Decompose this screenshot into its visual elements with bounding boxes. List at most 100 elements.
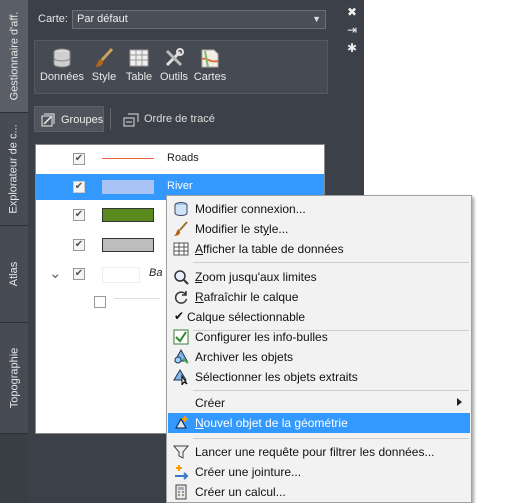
group-swatch	[102, 267, 140, 283]
menu-item-zoom-limites[interactable]: Zoom jusqu'aux limites	[168, 267, 470, 287]
select-objects-icon	[173, 369, 188, 385]
menu-item-archiver-objets[interactable]: Archiver les objets	[168, 347, 470, 367]
green-swatch	[102, 208, 154, 222]
groupes-button[interactable]: Groupes	[34, 106, 104, 132]
menu-item-lancer-requete[interactable]: Lancer une requête pour filtrer les donn…	[168, 442, 470, 462]
database-icon	[174, 202, 188, 217]
draw-order-icon	[123, 113, 139, 127]
menu-item-label: Créer	[195, 396, 226, 410]
menu-item-modifier-connexion[interactable]: Modifier connexion...	[168, 199, 470, 219]
tab-atlas[interactable]: Atlas	[0, 226, 28, 323]
table-button[interactable]: Table	[123, 47, 155, 83]
menu-item-label: Rafraîchir le calque	[195, 290, 299, 304]
menu-item-creer-calcul[interactable]: Créer un calcul...	[168, 482, 470, 502]
menu-item-label: Modifier connexion...	[195, 202, 306, 216]
menu-item-selectionner-extraits[interactable]: Sélectionner les objets extraits	[168, 367, 470, 387]
new-feature-icon	[175, 416, 188, 429]
menu-item-label: Créer une jointure...	[195, 465, 302, 479]
dock-icon[interactable]: ⇥	[344, 22, 360, 38]
menu-separator	[193, 262, 469, 263]
menu-item-creer[interactable]: Créer	[168, 393, 470, 413]
groups-icon	[41, 113, 55, 127]
road-line-symbol	[102, 158, 154, 159]
tab-gestionnaire-affichage[interactable]: Gestionnaire d'aff.	[0, 0, 28, 113]
map-select-value: Par défaut	[77, 13, 128, 25]
menu-item-label: Nouvel objet de la géométrie	[195, 416, 348, 430]
menu-item-creer-jointure[interactable]: Créer une jointure...	[168, 462, 470, 482]
outils-button[interactable]: Outils	[157, 47, 191, 83]
river-swatch	[102, 180, 154, 194]
menu-item-modifier-style[interactable]: Modifier le style...	[168, 219, 470, 239]
menu-item-label: Zoom jusqu'aux limites	[195, 270, 317, 284]
menu-item-nouvel-objet[interactable]: Nouvel objet de la géométrie	[168, 413, 470, 433]
map-label: Carte:	[38, 13, 68, 25]
chevron-down-icon[interactable]: ⌄	[49, 264, 62, 282]
tab-label: Gestionnaire d'aff.	[8, 11, 21, 101]
tab-label: Explorateur de c...	[8, 124, 20, 214]
filter-icon	[173, 445, 189, 459]
join-icon	[175, 465, 189, 480]
cartes-button[interactable]: Cartes	[193, 47, 227, 83]
database-icon	[53, 48, 71, 68]
style-label: Style	[91, 71, 117, 83]
table-label: Table	[125, 71, 153, 83]
chevron-down-icon: ▼	[312, 14, 321, 24]
maps-icon	[201, 49, 219, 68]
refresh-icon	[174, 291, 188, 304]
gray-swatch	[102, 238, 154, 252]
menu-item-label: Calque sélectionnable	[187, 310, 306, 324]
menu-item-label: Modifier le style...	[195, 222, 289, 236]
calculator-icon	[175, 484, 187, 500]
tab-topographie[interactable]: Topographie	[0, 323, 28, 434]
menu-separator	[193, 438, 469, 439]
groupes-label: Groupes	[61, 114, 104, 126]
panel-controls: ✖ ⇥ ✱	[344, 4, 362, 58]
divider	[110, 108, 111, 130]
group-order-bar: Groupes Ordre de tracé	[34, 106, 328, 132]
menu-item-label: Afficher la table de données	[195, 242, 344, 256]
menu-item-calque-selectionnable[interactable]: ✔ Calque sélectionnable	[168, 307, 470, 327]
layer-context-menu: Modifier connexion... Modifier le style.…	[166, 195, 472, 503]
tab-label: Atlas	[8, 261, 20, 287]
checkmark-icon: ✔	[174, 309, 185, 323]
layer-visibility-checkbox[interactable]: ✔	[73, 239, 85, 251]
outils-label: Outils	[159, 71, 189, 83]
archive-shapes-icon	[174, 349, 189, 364]
vertical-tab-strip: Gestionnaire d'aff. Explorateur de c... …	[0, 0, 30, 503]
layer-row-roads[interactable]: ✔ Roads	[36, 146, 324, 172]
menu-item-label: Archiver les objets	[195, 350, 294, 364]
layer-visibility-checkbox[interactable]	[94, 296, 106, 308]
menu-separator	[193, 390, 469, 391]
tab-label: Topographie	[8, 347, 20, 409]
gear-icon[interactable]: ✱	[344, 40, 360, 56]
donnees-label: Données	[39, 71, 85, 83]
layer-name: Ba	[149, 267, 163, 279]
zoom-icon	[174, 270, 189, 285]
child-symbol	[114, 298, 160, 299]
table-icon	[173, 242, 189, 256]
donnees-button[interactable]: Données	[39, 47, 85, 83]
submenu-arrow-icon	[457, 398, 462, 406]
layer-visibility-checkbox[interactable]: ✔	[73, 209, 85, 221]
menu-item-label: Configurer les info-bulles	[195, 330, 328, 344]
cartes-label: Cartes	[193, 71, 227, 83]
style-button[interactable]: Style	[89, 47, 119, 83]
layer-visibility-checkbox[interactable]: ✔	[73, 153, 85, 165]
layer-name: Roads	[167, 152, 199, 164]
tab-explorateur[interactable]: Explorateur de c...	[0, 113, 28, 226]
menu-item-label: Lancer une requête pour filtrer les donn…	[195, 445, 435, 459]
paintbrush-icon	[174, 221, 188, 236]
menu-item-afficher-table[interactable]: Afficher la table de données	[168, 239, 470, 259]
menu-item-rafraichir[interactable]: Rafraîchir le calque	[168, 287, 470, 307]
layer-visibility-checkbox[interactable]: ✔	[73, 181, 85, 193]
menu-item-configurer-info-bulles[interactable]: Configurer les info-bulles	[168, 327, 470, 347]
layer-name: River	[167, 180, 193, 192]
ordre-label: Ordre de tracé	[144, 113, 215, 125]
layer-visibility-checkbox[interactable]: ✔	[73, 268, 85, 280]
close-icon[interactable]: ✖	[344, 4, 360, 20]
tools-icon	[165, 48, 184, 67]
map-select[interactable]: Par défaut ▼	[72, 10, 326, 29]
table-icon	[129, 49, 149, 67]
menu-item-label: Sélectionner les objets extraits	[195, 370, 358, 384]
ordre-de-trace-button[interactable]: Ordre de tracé	[120, 106, 240, 132]
